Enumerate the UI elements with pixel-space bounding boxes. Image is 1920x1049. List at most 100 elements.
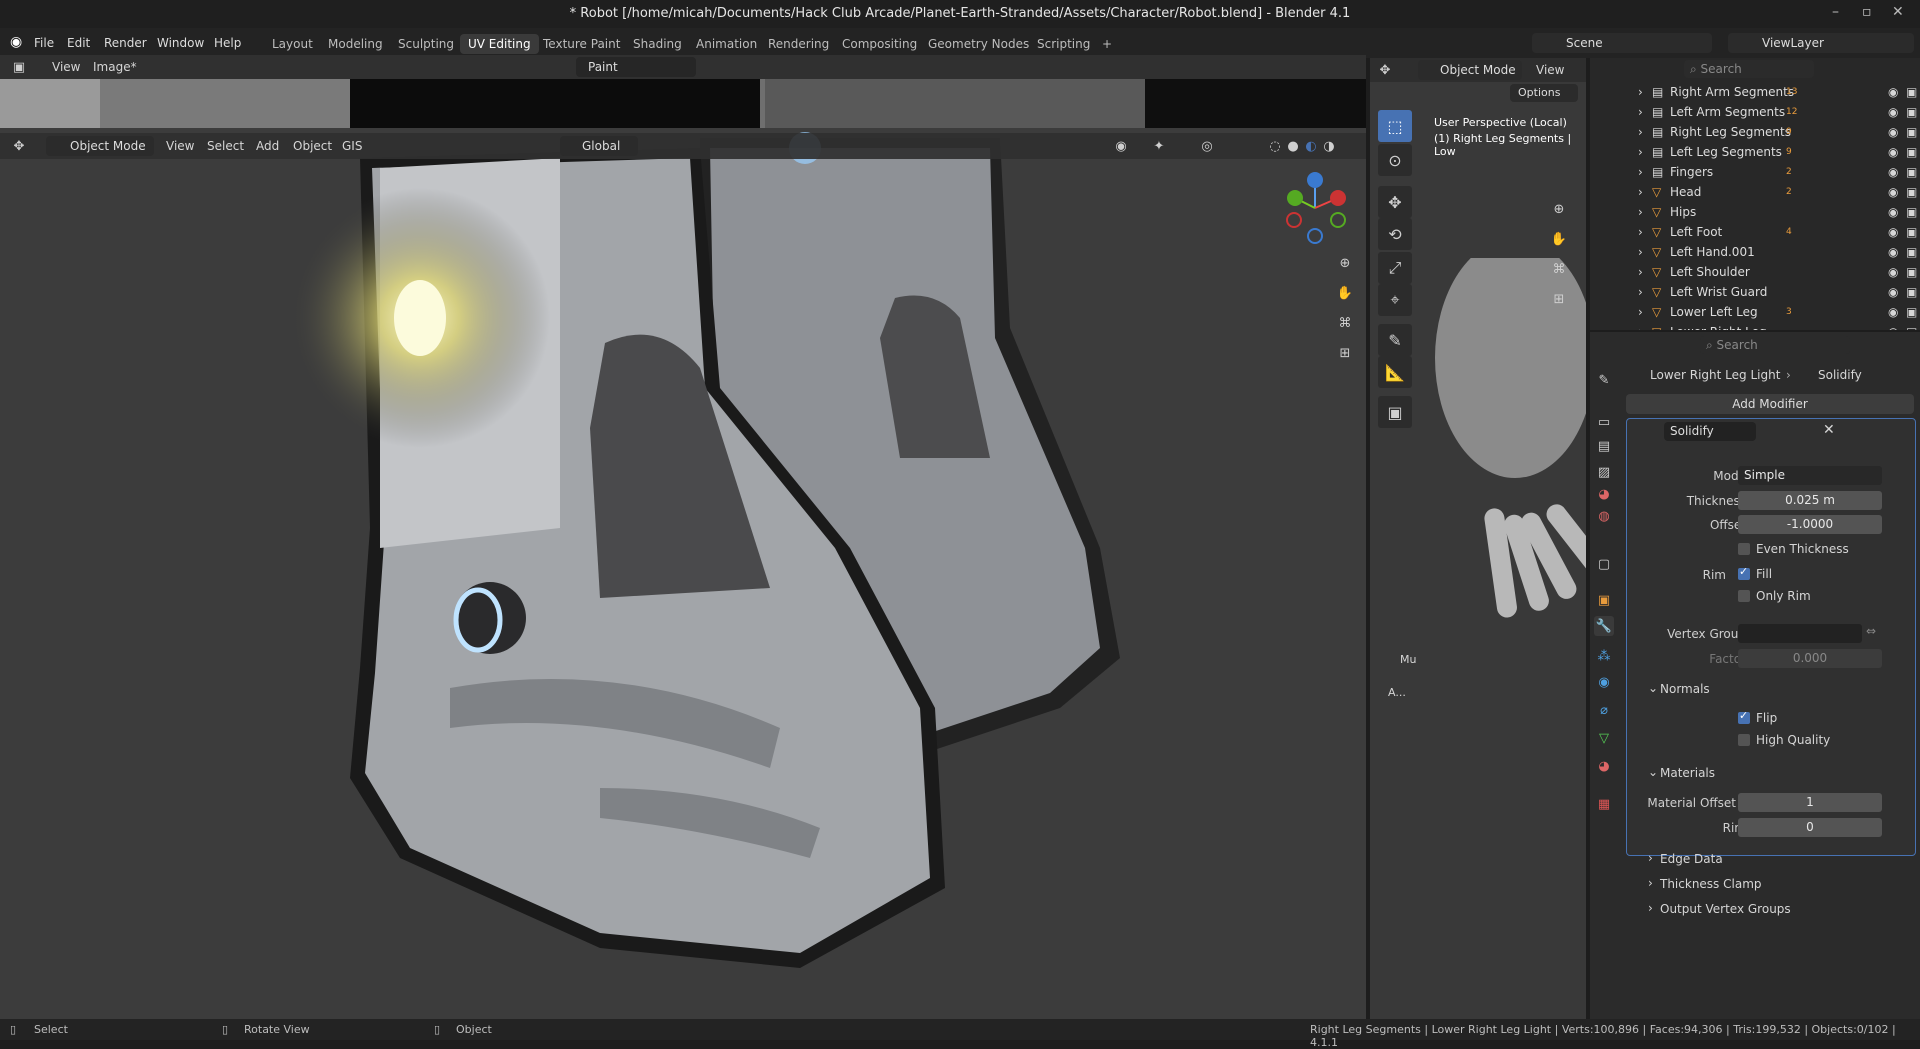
image-menu[interactable]: Image* [93,60,137,74]
invert-vgroup-icon[interactable]: ⇔ [1866,624,1876,638]
expand-arrow-icon[interactable]: › [1638,205,1643,219]
object-menu[interactable]: Object [293,139,332,153]
add-modifier-button[interactable]: Add Modifier [1626,394,1914,414]
thickness-clamp-expand-icon[interactable]: › [1648,876,1653,890]
a-panel-label[interactable]: A... [1388,686,1406,699]
flip-checkbox[interactable] [1738,709,1750,724]
visibility-eye-icon[interactable]: ◉ [1888,245,1898,259]
outliner-row[interactable]: › ▤ Right Arm Segments 13 ◉ ▣ [1590,82,1920,102]
outliner-row[interactable]: › ▤ Left Arm Segments 12 ◉ ▣ [1590,102,1920,122]
minimize-button[interactable]: – [1832,4,1839,20]
solid-shading-icon[interactable]: ● [1284,137,1302,155]
gizmo-toggle-icon[interactable]: ✦ [1150,137,1168,155]
expand-arrow-icon[interactable]: › [1638,185,1643,199]
tab-geometry-nodes[interactable]: Geometry Nodes [920,34,1037,54]
paint-texture-field[interactable]: Paint [576,57,696,77]
overlay-icon[interactable]: ◎ [1198,137,1216,155]
wireframe-shading-icon[interactable]: ◌ [1266,137,1284,155]
visibility-eye-icon[interactable]: ◉ [1888,305,1898,319]
render-camera-icon[interactable]: ▣ [1906,165,1917,179]
outliner-row[interactable]: › ▤ Fingers 2 ◉ ▣ [1590,162,1920,182]
view-menu[interactable]: View [166,139,194,153]
visibility-eye-icon[interactable]: ◉ [1888,165,1898,179]
properties-search-input[interactable]: ⌕ Search [1700,336,1850,354]
outliner-row[interactable]: › ▽ Lower Right Leg ◉ ▣ [1590,322,1920,330]
ortho-grid-icon[interactable]: ⊞ [1336,344,1354,362]
expand-arrow-icon[interactable]: › [1638,285,1643,299]
transform-tool[interactable]: ⌖ [1378,284,1412,316]
mode-selector[interactable]: Object Mode [46,136,154,156]
zoom-icon[interactable]: ⊕ [1336,254,1354,272]
tab-modeling[interactable]: Modeling [320,34,391,54]
rendered-shading-icon[interactable]: ◑ [1320,137,1338,155]
expand-arrow-icon[interactable]: › [1638,265,1643,279]
menu-file[interactable]: File [34,36,54,50]
pan-hand-icon[interactable]: ✋ [1336,284,1354,302]
collection-tab-icon[interactable]: ▢ [1594,554,1614,574]
add-menu[interactable]: Add [256,139,279,153]
editor-type-icon[interactable]: ✥ [10,137,28,155]
render-camera-icon[interactable]: ▣ [1906,85,1917,99]
transform-orientation[interactable]: Global [560,136,638,156]
modifier-tab-icon[interactable]: 🔧 [1594,616,1614,636]
menu-edit[interactable]: Edit [67,36,90,50]
outliner-row[interactable]: › ▽ Left Wrist Guard ◉ ▣ [1590,282,1920,302]
expand-arrow-icon[interactable]: › [1638,305,1643,319]
only-rim-checkbox[interactable] [1738,590,1750,602]
blender-logo-icon[interactable]: ◉ [10,34,22,50]
expand-arrow-icon[interactable]: › [1638,145,1643,159]
viewport-3d[interactable]: ⊕ ✋ ⌘ ⊞ [0,128,1366,1019]
add-workspace-button[interactable]: + [1094,34,1120,54]
editor-type-icon[interactable]: ✥ [1376,61,1394,79]
normals-panel-header[interactable]: Normals [1660,682,1710,696]
visibility-eye-icon[interactable]: ◉ [1888,205,1898,219]
render-camera-icon[interactable]: ▣ [1906,185,1917,199]
modifier-delete-icon[interactable]: ✕ [1823,422,1835,438]
render-camera-icon[interactable]: ▣ [1906,325,1917,330]
high-quality-checkbox[interactable] [1738,734,1750,746]
material-offset-field[interactable]: 1 [1738,793,1882,812]
outliner-row[interactable]: › ▤ Right Leg Segments 9 ◉ ▣ [1590,122,1920,142]
tab-animation[interactable]: Animation [688,34,765,54]
pan-hand-icon[interactable]: ✋ [1550,230,1568,248]
rotate-tool[interactable]: ⟲ [1378,218,1412,250]
outliner-row[interactable]: › ▽ Left Foot 4 ◉ ▣ [1590,222,1920,242]
options-dropdown[interactable]: Options [1510,84,1578,102]
menu-window[interactable]: Window [157,36,204,50]
render-camera-icon[interactable]: ▣ [1906,205,1917,219]
render-camera-icon[interactable]: ▣ [1906,105,1917,119]
camera-view-icon[interactable]: ⌘ [1550,260,1568,278]
editor-type-icon[interactable]: ▣ [10,58,28,76]
render-camera-icon[interactable]: ▣ [1906,145,1917,159]
visibility-eye-icon[interactable]: ◉ [1888,265,1898,279]
menu-help[interactable]: Help [214,36,241,50]
visibility-eye-icon[interactable]: ◉ [1888,125,1898,139]
local-viewport[interactable]: ✥ Object Mode View Options ⬚ ⊙ ✥ ⟲ ⤢ ⌖ ✎… [1370,58,1586,1019]
materials-collapse-icon[interactable]: ⌄ [1648,765,1658,779]
close-button[interactable]: ✕ [1892,4,1904,20]
tab-texture-paint[interactable]: Texture Paint [535,34,628,54]
constraints-tab-icon[interactable]: ⌀ [1594,700,1614,720]
materials-panel-header[interactable]: Materials [1660,766,1715,780]
data-tab-icon[interactable]: ▽ [1594,728,1614,748]
outliner-row[interactable]: › ▽ Hips ◉ ▣ [1590,202,1920,222]
expand-arrow-icon[interactable]: › [1638,325,1643,330]
outliner-row[interactable]: › ▽ Head 2 ◉ ▣ [1590,182,1920,202]
material-tab-icon[interactable]: ◕ [1594,756,1614,776]
solidify-mode-dropdown[interactable]: Simple [1738,466,1882,485]
visibility-eye-icon[interactable]: ◉ [1888,105,1898,119]
tab-scripting[interactable]: Scripting [1029,34,1098,54]
edge-data-expand-icon[interactable]: › [1648,851,1653,865]
visibility-icon[interactable]: ◉ [1112,137,1130,155]
render-camera-icon[interactable]: ▣ [1906,245,1917,259]
select-tool[interactable]: ⬚ [1378,110,1412,142]
zoom-icon[interactable]: ⊕ [1550,200,1568,218]
object-tab-icon[interactable]: ▣ [1594,590,1614,610]
visibility-eye-icon[interactable]: ◉ [1888,145,1898,159]
rim-material-field[interactable]: 0 [1738,818,1882,837]
visibility-eye-icon[interactable]: ◉ [1888,225,1898,239]
modifier-name-field[interactable]: Solidify [1664,422,1756,441]
texture-tab-icon[interactable]: ▦ [1594,794,1614,814]
material-shading-icon[interactable]: ◐ [1302,137,1320,155]
tab-shading[interactable]: Shading [625,34,690,54]
